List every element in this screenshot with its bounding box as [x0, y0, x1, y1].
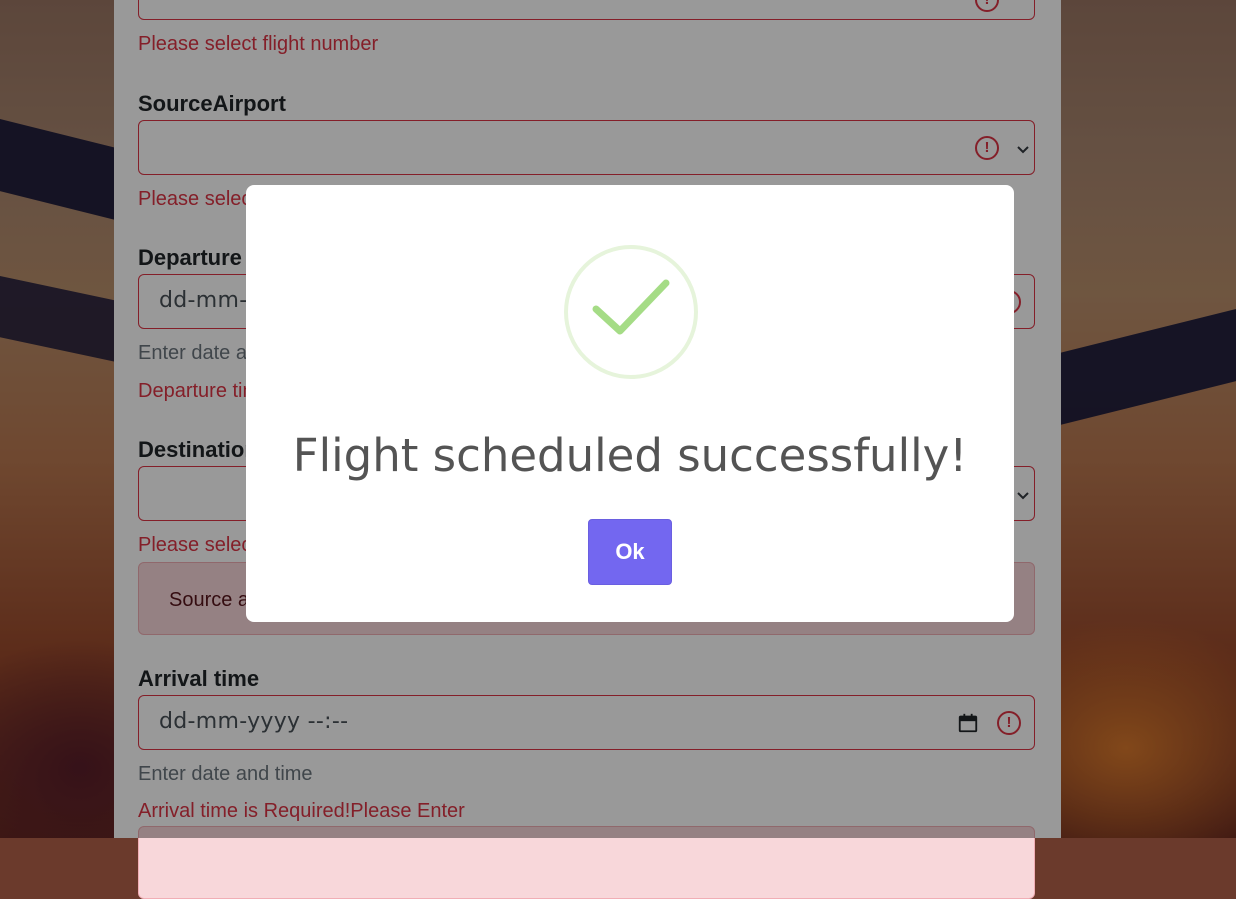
- success-dialog: Flight scheduled successfully! Ok: [246, 185, 1014, 622]
- dialog-title: Flight scheduled successfully!: [292, 429, 968, 482]
- ok-button[interactable]: Ok: [588, 519, 672, 585]
- success-check-icon: [564, 245, 698, 379]
